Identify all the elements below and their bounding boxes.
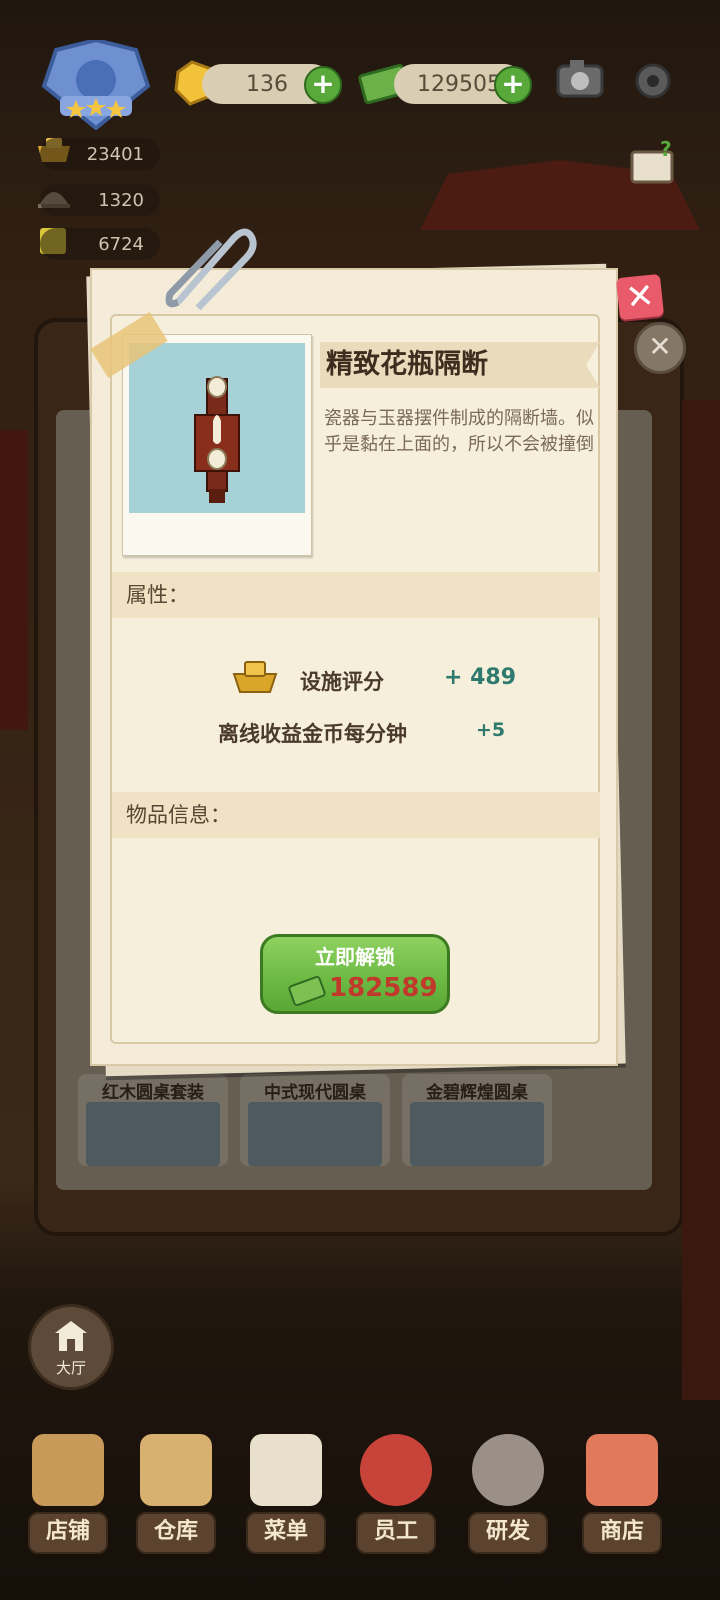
nav-label: 仓库 <box>136 1512 216 1554</box>
unlock-price: 182589 <box>329 973 438 1003</box>
stat-value: 6724 <box>98 233 144 255</box>
item-title: 精致花瓶隔断 <box>320 342 600 388</box>
nav-warehouse[interactable]: 仓库 <box>126 1430 226 1570</box>
unlock-now-button[interactable]: 立即解锁 182589 <box>260 934 450 1014</box>
gear-icon[interactable] <box>630 58 676 108</box>
nav-label: 商店 <box>582 1512 662 1554</box>
svg-text:?: ? <box>660 140 672 161</box>
gems-value: 136 <box>246 71 288 97</box>
close-modal-button[interactable]: ✕ <box>615 273 665 321</box>
cash-stack-icon <box>287 971 327 1011</box>
stat-value: 23401 <box>86 143 144 165</box>
player-level-badge[interactable] <box>36 37 156 131</box>
close-panel-button[interactable]: ✕ <box>634 322 686 374</box>
unlock-button-label: 立即解锁 <box>315 945 395 969</box>
add-gems-button[interactable]: + <box>304 66 342 104</box>
box-icon <box>140 1434 212 1506</box>
paperclip-icon <box>158 222 258 316</box>
attribute-value: +5 <box>476 719 506 741</box>
attribute-label: 离线收益金币每分钟 <box>218 722 407 746</box>
add-cash-button[interactable]: + <box>494 66 532 104</box>
storefront-icon <box>32 1434 104 1506</box>
stat-visitors: 6724 <box>40 228 160 260</box>
book-help-icon[interactable]: ? <box>628 137 678 194</box>
nav-shop[interactable]: 店铺 <box>18 1430 118 1570</box>
attribute-value: + 489 <box>444 665 517 690</box>
attribute-label: 设施评分 <box>300 670 384 694</box>
clipboard-icon <box>250 1434 322 1506</box>
item-info-heading: 物品信息： <box>112 792 600 838</box>
attributes-heading: 属性： <box>112 572 600 618</box>
game-scene: 红木圆桌套装 中式现代圆桌 金碧辉煌圆桌 136 + 129505 + 2340… <box>0 0 720 1600</box>
nav-label: 店铺 <box>28 1512 108 1554</box>
lobby-button[interactable]: 大厅 <box>28 1304 114 1390</box>
bottom-navigation: 店铺 仓库 菜单 员工 研发 商店 <box>0 1420 720 1600</box>
gold-ingot-icon <box>230 658 280 700</box>
item-image <box>129 343 305 513</box>
item-photo <box>122 334 312 556</box>
nav-label: 菜单 <box>246 1512 326 1554</box>
nav-store[interactable]: 商店 <box>572 1430 672 1570</box>
item-detail-modal: 精致花瓶隔断 瓷器与玉器摆件制成的隔断墙。似乎是黏在上面的，所以不会被撞倒 属性… <box>90 268 618 1066</box>
cooking-pot-icon <box>472 1434 544 1506</box>
nav-label: 研发 <box>468 1512 548 1554</box>
lobby-label: 大厅 <box>55 1359 86 1377</box>
stat-rating: 23401 <box>40 138 160 170</box>
building-icon <box>31 1319 111 1357</box>
chef-icon <box>360 1434 432 1506</box>
store-icon <box>586 1434 658 1506</box>
item-description: 瓷器与玉器摆件制成的隔断墙。似乎是黏在上面的，所以不会被撞倒 <box>324 408 594 455</box>
nav-staff[interactable]: 员工 <box>346 1430 446 1570</box>
cash-value: 129505 <box>417 71 501 97</box>
stat-value: 1320 <box>98 189 144 211</box>
camera-icon[interactable] <box>554 56 606 106</box>
nav-menu[interactable]: 菜单 <box>236 1430 336 1570</box>
stat-dishes: 1320 <box>40 184 160 216</box>
nav-research[interactable]: 研发 <box>458 1430 558 1570</box>
nav-label: 员工 <box>356 1512 436 1554</box>
